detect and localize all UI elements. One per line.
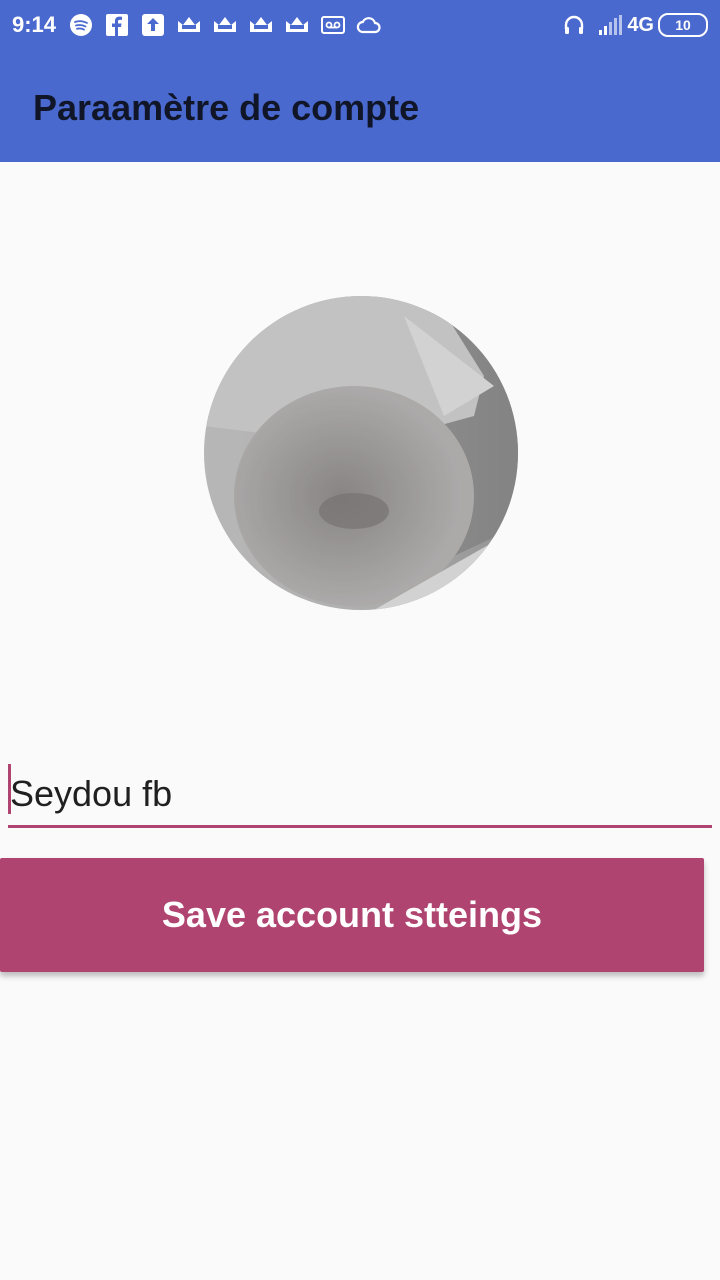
voicemail-icon xyxy=(320,12,346,38)
save-account-settings-button[interactable]: Save account stteings xyxy=(0,858,704,972)
notification-icons xyxy=(68,12,392,38)
crown-app-icon xyxy=(212,12,238,38)
profile-avatar[interactable] xyxy=(204,296,518,610)
spotify-icon xyxy=(68,12,94,38)
battery-icon: 10 xyxy=(658,13,708,37)
headphones-icon xyxy=(561,12,587,38)
status-time: 9:14 xyxy=(12,12,57,37)
crown-app-icon xyxy=(248,12,274,38)
crown-app-icon xyxy=(284,12,310,38)
cloud-icon xyxy=(356,12,382,38)
name-input[interactable]: Seydou fb xyxy=(8,760,712,828)
network-type: 4G xyxy=(627,13,654,36)
crown-app-icon xyxy=(176,12,202,38)
page-title: Paraamètre de compte xyxy=(33,87,420,128)
signal-icon xyxy=(597,12,623,38)
status-bar: 9:14 4G 10 xyxy=(0,0,720,50)
name-input-value: Seydou fb xyxy=(10,773,173,814)
upload-icon xyxy=(140,12,166,38)
system-icons: 4G 10 xyxy=(561,12,708,38)
facebook-icon xyxy=(104,12,130,38)
